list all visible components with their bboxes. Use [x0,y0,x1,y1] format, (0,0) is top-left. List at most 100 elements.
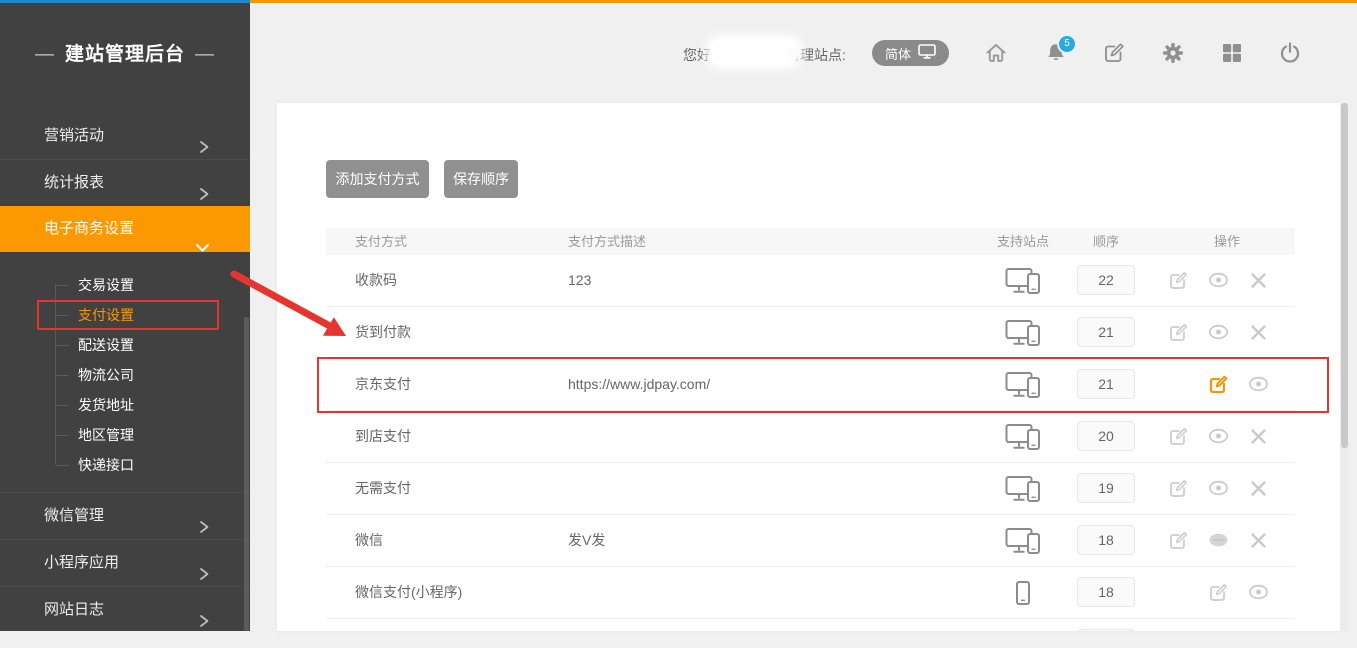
home-icon[interactable] [984,41,1008,65]
app-title-text: 建站管理后台 [65,44,185,65]
payment-method-name: 货到付款 [355,307,411,358]
submenu-item-region-management[interactable]: 地区管理 [0,420,250,450]
order-input[interactable] [1077,421,1135,451]
submenu-item-label: 交易设置 [78,277,134,293]
column-header-method: 支付方式 [355,228,407,255]
edit-button[interactable] [1167,321,1189,343]
submenu-item-delivery-settings[interactable]: 配送设置 [0,330,250,360]
order-input[interactable] [1077,265,1135,295]
view-button[interactable] [1207,477,1229,499]
notification-badge: 5 [1057,34,1077,54]
edit-compose-icon[interactable] [1102,41,1126,65]
payment-method-name: 微信支付(小程序) [355,567,462,618]
order-input[interactable] [1077,525,1135,555]
payment-method-name: 微信 [355,515,383,566]
title-dash-right: — [195,44,215,65]
submenu-item-label: 物流公司 [78,367,134,383]
submenu-item-label: 地区管理 [78,427,134,443]
view-button[interactable] [1207,269,1229,291]
x-icon [1250,272,1267,289]
sidebar-item-label: 电子商务设置 [44,220,134,237]
redacted-username [709,39,799,65]
settings-gear-icon[interactable] [1161,41,1185,65]
edit-button[interactable] [1207,581,1229,603]
save-order-button[interactable]: 保存顺序 [444,160,518,198]
edit-button[interactable] [1167,425,1189,447]
order-input[interactable] [1077,473,1135,503]
submenu-item-logistics-company[interactable]: 物流公司 [0,360,250,390]
order-input[interactable] [1077,317,1135,347]
view-button[interactable] [1247,581,1269,603]
column-header-description: 支付方式描述 [568,228,646,255]
title-dash-left: — [35,44,55,65]
payment-method-desc: https://www.jdpay.com/ [568,359,710,410]
ecommerce-submenu: 交易设置 支付设置 配送设置 物流公司 发货地址 地区管理 快递接口 [0,252,250,492]
table-header: 支付方式 支付方式描述 支持站点 顺序 操作 [326,228,1295,255]
apps-grid-icon[interactable] [1220,41,1244,65]
sites-desktop-mobile-icon [1005,333,1041,349]
x-icon [1250,480,1267,497]
sidebar: — 建站管理后台 — 营销活动 统计报表 电子商务设置 交易设置 支付设置 配送设置… [0,3,250,631]
order-input[interactable] [1077,369,1135,399]
page-scrollbar-track[interactable] [1341,103,1348,631]
sidebar-item-label: 小程序应用 [44,554,119,571]
sidebar-item-site-log[interactable]: 网站日志 [0,586,250,633]
table-row: 京东支付 https://www.jdpay.com/ [326,359,1295,411]
edit-pencil-icon [1168,322,1189,343]
payment-method-name: 京东支付 [355,359,411,410]
view-button[interactable] [1207,425,1229,447]
view-button[interactable] [1207,321,1229,343]
eye-open-icon [1208,484,1229,499]
delete-button[interactable] [1247,321,1269,343]
delete-button[interactable] [1247,425,1269,447]
payment-method-name: 无需支付 [355,463,411,514]
order-input[interactable] [1077,577,1135,607]
submenu-item-express-interface[interactable]: 快递接口 [0,450,250,480]
x-icon [1250,324,1267,341]
app-title: — 建站管理后台 — [0,39,250,66]
payment-method-desc: 发V发 [568,515,605,566]
edit-pencil-icon [1168,426,1189,447]
sidebar-item-label: 营销活动 [44,127,104,144]
power-logout-icon[interactable] [1278,41,1302,65]
column-header-sites: 支持站点 [997,228,1049,255]
edit-pencil-icon [1168,530,1189,551]
eye-open-icon [1248,588,1269,603]
submenu-item-shipping-address[interactable]: 发货地址 [0,390,250,420]
edit-pencil-icon [1208,582,1229,603]
delete-button[interactable] [1247,269,1269,291]
view-button[interactable] [1247,373,1269,395]
add-payment-method-button[interactable]: 添加支付方式 [326,160,429,198]
notifications-bell-icon[interactable]: 5 [1044,41,1068,65]
sidebar-item-ecommerce[interactable]: 电子商务设置 [0,206,250,252]
language-switch-button[interactable]: 简体 [872,40,949,66]
delete-button[interactable] [1247,529,1269,551]
sites-desktop-mobile-icon [1005,281,1041,297]
view-button[interactable] [1207,529,1229,551]
sites-desktop-mobile-icon [1005,541,1041,557]
edit-button[interactable] [1167,477,1189,499]
sites-desktop-mobile-icon [1005,489,1041,505]
submenu-item-payment-settings[interactable]: 支付设置 [0,300,250,330]
sidebar-item-reports[interactable]: 统计报表 [0,159,250,206]
submenu-item-transaction-settings[interactable]: 交易设置 [0,270,250,300]
submenu-item-label: 发货地址 [78,397,134,413]
edit-pencil-icon [1168,270,1189,291]
sidebar-item-miniprogram[interactable]: 小程序应用 [0,539,250,586]
content-top-strip [250,0,1357,3]
x-icon [1250,428,1267,445]
sidebar-item-marketing[interactable]: 营销活动 [0,113,250,159]
sidebar-scrollbar[interactable] [244,317,249,631]
column-header-order: 顺序 [1093,228,1119,255]
submenu-item-label: 配送设置 [78,337,134,353]
edit-button[interactable] [1167,529,1189,551]
payment-method-name: 到店支付 [355,411,411,462]
payment-methods-table: 支付方式 支付方式描述 支持站点 顺序 操作 收款码 123 货 [326,228,1295,631]
edit-button[interactable] [1167,269,1189,291]
sidebar-item-wechat[interactable]: 微信管理 [0,492,250,539]
page-scrollbar-thumb[interactable] [1341,103,1348,448]
edit-button[interactable] [1207,373,1229,395]
delete-button[interactable] [1247,477,1269,499]
payment-settings-panel: 添加支付方式 保存顺序 支付方式 支付方式描述 支持站点 顺序 操作 收款码 1… [277,103,1340,631]
edit-pencil-icon [1208,374,1229,395]
